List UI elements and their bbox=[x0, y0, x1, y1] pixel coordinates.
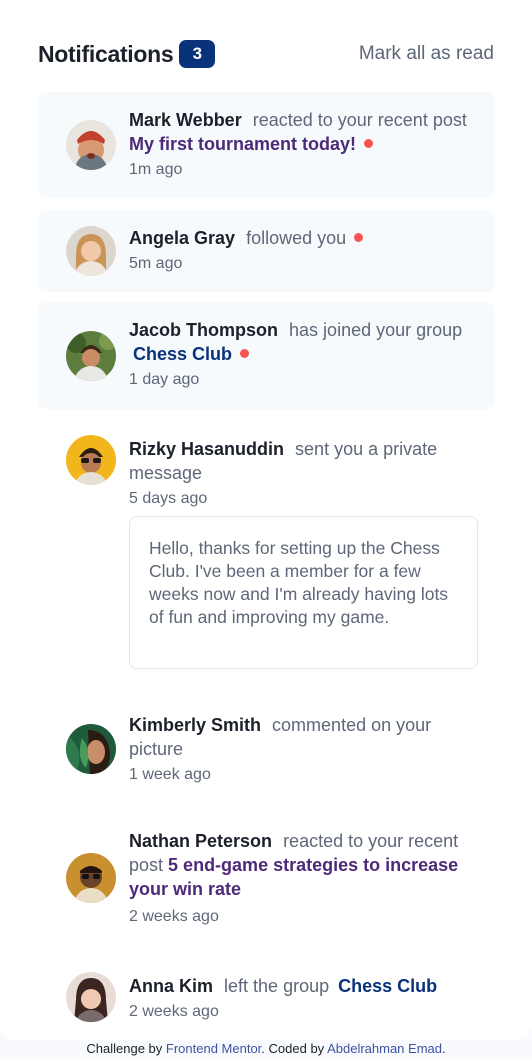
timestamp: 1m ago bbox=[129, 161, 183, 178]
avatar[interactable] bbox=[66, 972, 116, 1022]
notification-item[interactable]: Angela Gray followed you 5m ago bbox=[38, 210, 495, 292]
user-name[interactable]: Angela Gray bbox=[129, 228, 235, 248]
unread-dot bbox=[364, 139, 374, 148]
unread-dot bbox=[240, 349, 250, 358]
timestamp: 5m ago bbox=[129, 255, 183, 272]
post-link[interactable]: My first tournament today! bbox=[129, 134, 356, 154]
notification-action: has joined your group bbox=[289, 320, 463, 340]
notification-action: reacted to your recent post bbox=[252, 110, 467, 130]
notification-item[interactable]: Mark Webber reacted to your recent post … bbox=[38, 92, 495, 198]
notification-body: Anna Kim left the group Chess Club 2 wee… bbox=[129, 974, 481, 1022]
avatar[interactable] bbox=[66, 331, 116, 381]
notification-body: Kimberly Smith commented on your picture… bbox=[129, 713, 481, 785]
timestamp: 2 weeks ago bbox=[129, 908, 219, 925]
timestamp: 5 days ago bbox=[129, 490, 208, 507]
footer-middle: . Coded by bbox=[261, 1041, 325, 1056]
group-link[interactable]: Chess Club bbox=[133, 344, 232, 364]
notification-action: followed you bbox=[246, 228, 347, 248]
notification-body: Angela Gray followed you 5m ago bbox=[129, 226, 481, 274]
page-title: Notifications bbox=[38, 40, 174, 67]
group-link[interactable]: Chess Club bbox=[338, 976, 437, 996]
notification-item[interactable]: Jacob Thompson has joined your group Che… bbox=[38, 302, 495, 409]
notification-item[interactable]: Rizky Hasanuddin sent you a private mess… bbox=[38, 420, 495, 510]
notification-body: Mark Webber reacted to your recent post … bbox=[129, 108, 481, 180]
notifications-card: Notifications 3 Mark all as read Mark We… bbox=[0, 0, 532, 1040]
header-title-group: Notifications 3 bbox=[38, 40, 216, 68]
notification-body: Rizky Hasanuddin sent you a private mess… bbox=[129, 437, 481, 509]
timestamp: 2 weeks ago bbox=[129, 1003, 219, 1020]
author-link[interactable]: Abdelrahman Emad bbox=[327, 1041, 442, 1056]
timestamp: 1 day ago bbox=[129, 371, 200, 388]
user-name[interactable]: Kimberly Smith bbox=[129, 715, 261, 735]
notification-action: left the group bbox=[224, 976, 330, 996]
notification-item[interactable]: Anna Kim left the group Chess Club 2 wee… bbox=[38, 960, 495, 1032]
user-name[interactable]: Nathan Peterson bbox=[129, 831, 272, 851]
post-link[interactable]: 5 end-game strategies to increase your w… bbox=[129, 855, 458, 899]
unread-count-badge: 3 bbox=[179, 40, 216, 68]
user-name[interactable]: Anna Kim bbox=[129, 976, 213, 996]
notification-body: Jacob Thompson has joined your group Che… bbox=[129, 318, 481, 390]
frontend-mentor-link[interactable]: Frontend Mentor bbox=[166, 1041, 261, 1056]
unread-dot bbox=[354, 233, 364, 242]
user-name[interactable]: Mark Webber bbox=[129, 110, 242, 130]
avatar[interactable] bbox=[66, 435, 116, 485]
footer-suffix: . bbox=[441, 1041, 446, 1056]
notification-item[interactable]: Kimberly Smith commented on your picture… bbox=[38, 700, 495, 790]
avatar[interactable] bbox=[66, 724, 116, 774]
attribution-footer: Challenge by Frontend Mentor. Coded by A… bbox=[0, 1040, 532, 1057]
avatar[interactable] bbox=[66, 120, 116, 170]
footer-prefix: Challenge by bbox=[86, 1041, 163, 1056]
notification-item[interactable]: Nathan Peterson reacted to your recent p… bbox=[38, 815, 495, 935]
timestamp: 1 week ago bbox=[129, 766, 211, 783]
mark-all-read-button[interactable]: Mark all as read bbox=[359, 43, 494, 65]
user-name[interactable]: Rizky Hasanuddin bbox=[129, 439, 284, 459]
notifications-header: Notifications 3 Mark all as read bbox=[38, 38, 494, 70]
user-name[interactable]: Jacob Thompson bbox=[129, 320, 278, 340]
avatar[interactable] bbox=[66, 226, 116, 276]
avatar[interactable] bbox=[66, 853, 116, 903]
notification-body: Nathan Peterson reacted to your recent p… bbox=[129, 829, 481, 927]
private-message[interactable]: Hello, thanks for setting up the Chess C… bbox=[129, 516, 478, 669]
